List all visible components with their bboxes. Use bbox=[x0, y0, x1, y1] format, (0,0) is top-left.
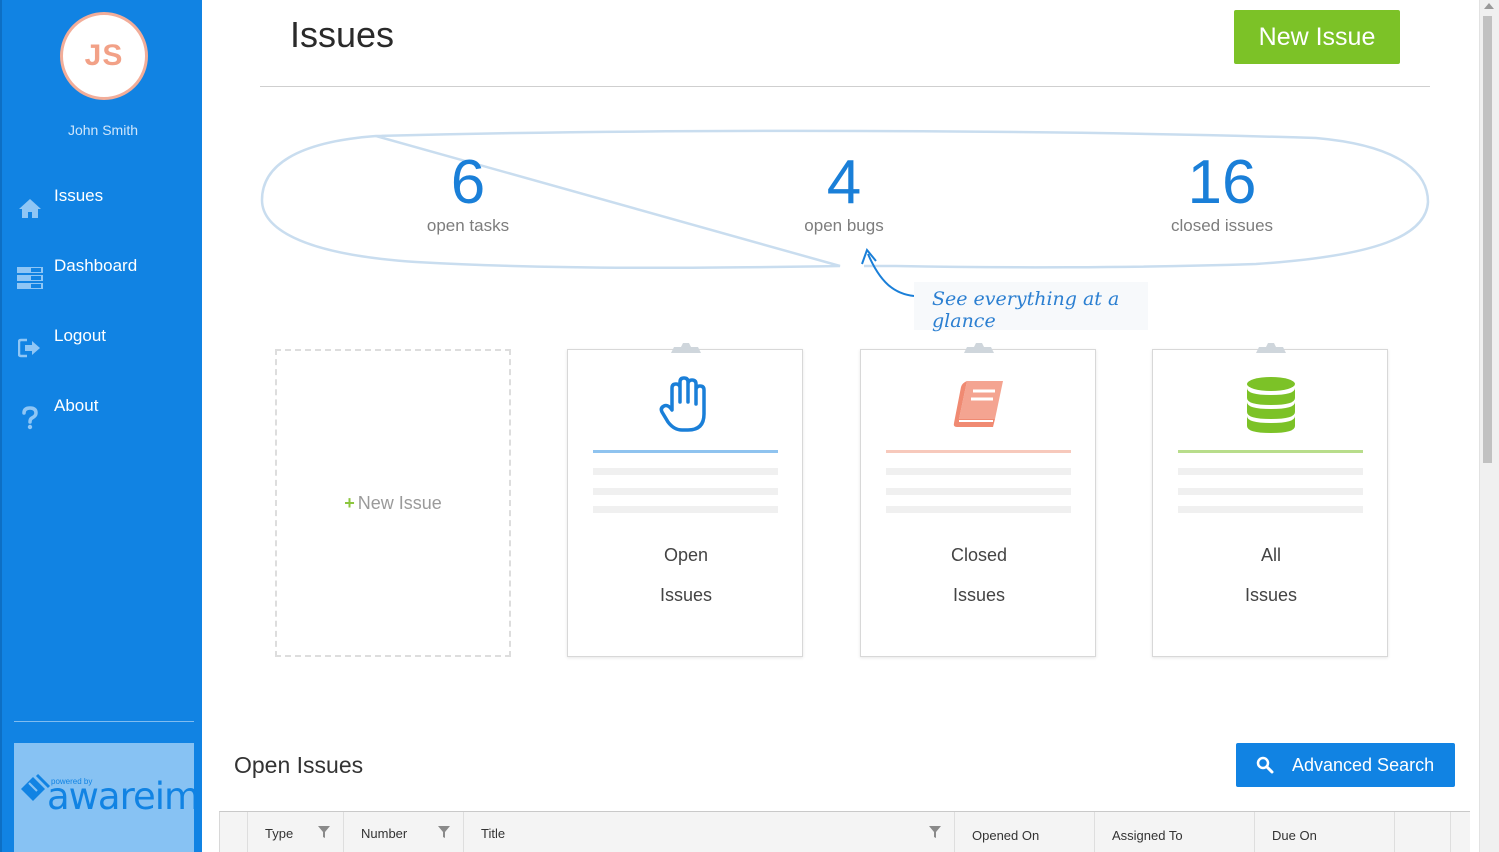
clip-icon bbox=[1256, 343, 1286, 353]
stat-open-bugs: 4 open bugs bbox=[734, 148, 954, 236]
placeholder-line bbox=[886, 506, 1071, 513]
placeholder-line bbox=[1178, 506, 1363, 513]
book-icon bbox=[945, 374, 1013, 436]
dashboard-icon bbox=[16, 266, 44, 290]
column-header-number[interactable]: Number bbox=[344, 812, 464, 852]
database-icon bbox=[1237, 374, 1305, 436]
card-title-line1: Open bbox=[663, 545, 709, 565]
question-icon bbox=[16, 406, 44, 430]
column-header-opened-on[interactable]: Opened On bbox=[955, 812, 1095, 852]
stat-label: closed issues bbox=[1170, 216, 1274, 235]
column-header-assigned-to[interactable]: Assigned To bbox=[1095, 812, 1255, 852]
column-header-label: Number bbox=[361, 826, 408, 841]
issues-table-header: Type Number Title Opened On Assigned To … bbox=[219, 811, 1470, 852]
brand-name: awareim bbox=[47, 775, 200, 818]
card-all-issues[interactable]: All Issues bbox=[1152, 343, 1388, 657]
card-accent-bar bbox=[593, 450, 778, 453]
card-closed-issues[interactable]: Closed Issues bbox=[860, 343, 1096, 657]
placeholder-line bbox=[593, 506, 778, 513]
sidebar-item-label: Dashboard bbox=[54, 256, 138, 275]
card-title-line1: All bbox=[1260, 545, 1281, 565]
sidebar-item-label: Logout bbox=[54, 326, 106, 345]
stat-open-tasks: 6 open tasks bbox=[358, 148, 578, 236]
column-header-type[interactable]: Type bbox=[248, 812, 344, 852]
column-header-label: Due On bbox=[1272, 828, 1317, 843]
placeholder-line bbox=[1178, 488, 1363, 495]
stat-label: open tasks bbox=[426, 216, 510, 235]
clip-icon bbox=[964, 343, 994, 353]
new-issue-card[interactable]: + New Issue bbox=[275, 349, 511, 657]
advanced-search-label: Advanced Search bbox=[1292, 754, 1435, 775]
stat-label: open bugs bbox=[804, 216, 884, 235]
card-title-line2: Issues bbox=[659, 585, 713, 605]
sidebar-item-label: About bbox=[54, 396, 99, 415]
column-header-select bbox=[220, 812, 248, 852]
column-header-due-on[interactable]: Due On bbox=[1255, 812, 1395, 852]
powered-by-logo[interactable]: powered by awareim bbox=[14, 743, 200, 852]
card-title-line1: Closed bbox=[950, 545, 1008, 565]
scroll-up-arrow-icon[interactable] bbox=[1484, 3, 1494, 9]
glance-caption: See everything at a glance bbox=[914, 282, 1148, 332]
search-icon bbox=[1256, 756, 1274, 774]
new-issue-button[interactable]: New Issue bbox=[1234, 10, 1400, 64]
sidebar-item-about[interactable]: About bbox=[16, 396, 196, 440]
column-header-label: Title bbox=[481, 826, 506, 841]
filter-icon[interactable] bbox=[318, 826, 330, 838]
user-name: John Smith bbox=[67, 122, 139, 138]
column-header-title[interactable]: Title bbox=[464, 812, 955, 852]
filter-icon[interactable] bbox=[438, 826, 450, 838]
placeholder-line bbox=[593, 468, 778, 475]
sidebar-item-dashboard[interactable]: Dashboard bbox=[16, 256, 196, 300]
stat-value: 16 bbox=[1187, 148, 1257, 217]
placeholder-line bbox=[593, 488, 778, 495]
placeholder-line bbox=[886, 468, 1071, 475]
plus-icon: + bbox=[344, 492, 355, 513]
logout-icon bbox=[16, 336, 44, 360]
column-header-label: Type bbox=[265, 826, 294, 841]
new-issue-card-label: New Issue bbox=[357, 492, 442, 513]
placeholder-line bbox=[886, 488, 1071, 495]
placeholder-line bbox=[1178, 468, 1363, 475]
card-accent-bar bbox=[886, 450, 1071, 453]
clip-icon bbox=[671, 343, 701, 353]
open-issues-title: Open Issues bbox=[234, 752, 364, 778]
header-divider bbox=[260, 86, 1430, 87]
filter-icon[interactable] bbox=[929, 826, 941, 838]
card-accent-bar bbox=[1178, 450, 1363, 453]
card-open-issues[interactable]: Open Issues bbox=[567, 343, 803, 657]
avatar[interactable]: JS bbox=[60, 12, 148, 100]
sidebar-item-issues[interactable]: Issues bbox=[16, 186, 196, 230]
sidebar: JS John Smith Issues Dashboard Logout Ab… bbox=[0, 0, 202, 852]
stat-value: 6 bbox=[450, 148, 486, 217]
column-header-label: Assigned To bbox=[1112, 828, 1183, 843]
app-window: JS John Smith Issues Dashboard Logout Ab… bbox=[0, 0, 1499, 852]
sidebar-item-label: Issues bbox=[54, 186, 104, 205]
page-title: Issues bbox=[290, 14, 395, 55]
column-header-actions bbox=[1395, 812, 1451, 852]
stat-closed-issues: 16 closed issues bbox=[1112, 148, 1332, 236]
home-icon bbox=[16, 196, 44, 220]
sidebar-item-logout[interactable]: Logout bbox=[16, 326, 196, 370]
sidebar-divider bbox=[14, 721, 194, 722]
vertical-scrollbar[interactable] bbox=[1479, 0, 1499, 852]
hand-icon bbox=[652, 374, 720, 436]
column-header-label: Opened On bbox=[972, 828, 1040, 843]
advanced-search-button[interactable]: Advanced Search bbox=[1236, 743, 1455, 787]
card-title-line2: Issues bbox=[1244, 585, 1298, 605]
scroll-thumb[interactable] bbox=[1483, 16, 1492, 463]
stat-value: 4 bbox=[826, 148, 862, 217]
card-title-line2: Issues bbox=[952, 585, 1006, 605]
